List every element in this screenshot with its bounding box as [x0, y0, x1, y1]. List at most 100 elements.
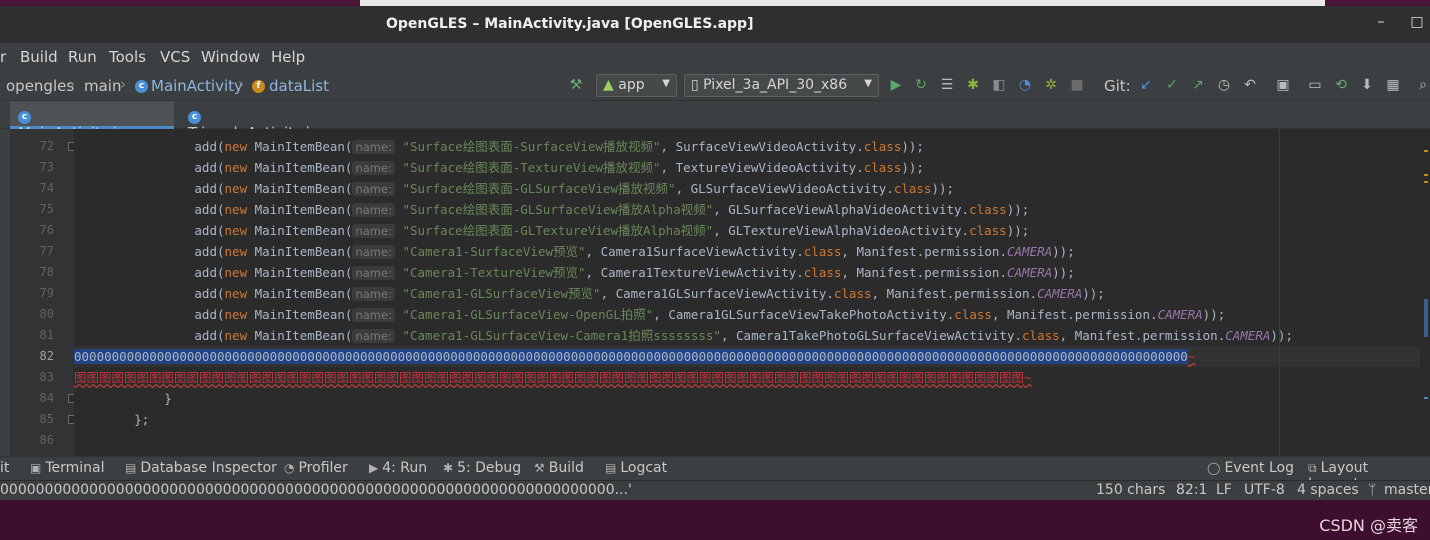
run-icon[interactable]: ▶ — [887, 77, 905, 93]
code-line[interactable]: add(new MainItemBean(name: "Surface绘图表面-… — [74, 136, 1430, 157]
tool-window-it[interactable]: it — [0, 460, 9, 476]
sdk-manager-icon[interactable]: ⬇ — [1358, 77, 1376, 93]
code-line[interactable]: add(new MainItemBean(name: "Camera1-GLSu… — [74, 325, 1430, 346]
tool-window-icon: ▤ — [605, 461, 617, 475]
line-number: 85 — [39, 412, 54, 426]
code-line[interactable] — [74, 430, 1430, 451]
code-text: , GLSurfaceViewVideoActivity. — [675, 181, 894, 196]
menu-tools[interactable]: Tools — [109, 48, 146, 66]
code-text: }; — [74, 412, 150, 427]
coverage-icon[interactable]: ◧ — [990, 77, 1008, 93]
line-number: 80 — [39, 307, 54, 321]
maximize-button[interactable]: □ — [1408, 14, 1426, 30]
tool-window-icon: ▤ — [125, 461, 137, 475]
right-margin-guide — [1279, 129, 1280, 456]
menu-vcs[interactable]: VCS — [160, 48, 190, 66]
string-literal: "Surface绘图表面-TextureView播放视频" — [402, 160, 661, 175]
rollback-icon[interactable]: ↶ — [1241, 77, 1259, 93]
run-config-select[interactable]: ▲ app ▼ — [596, 74, 677, 97]
code-line[interactable]: add(new MainItemBean(name: "Camera1-GLSu… — [74, 304, 1430, 325]
tool-window-profiler[interactable]: ◔ Profiler — [284, 460, 348, 476]
code-line[interactable]: add(new MainItemBean(name: "Surface绘图表面-… — [74, 220, 1430, 241]
project-structure-icon[interactable]: ▣ — [1274, 77, 1292, 93]
status-line-separator[interactable]: LF — [1216, 482, 1232, 498]
breadcrumb-datalist[interactable]: dataList — [269, 77, 329, 95]
menu-run[interactable]: Run — [68, 48, 97, 66]
code-line[interactable]: 图图图图图图图图图图图图图图图图图图图图图图图图图图图图图图图图图图图图图图图图… — [74, 367, 1430, 388]
tool-window-event-log[interactable]: ◯ Event Log — [1207, 460, 1294, 476]
tool-window-4-run[interactable]: ▶ 4: Run — [369, 460, 427, 476]
git-commit-icon[interactable]: ✓ — [1163, 77, 1181, 93]
tool-window-build[interactable]: ⚒ Build — [534, 460, 584, 476]
status-git-branch[interactable]: master — [1384, 482, 1430, 498]
line-number: 72 — [39, 139, 54, 153]
device-file-explorer-icon[interactable]: ▦ — [1384, 77, 1402, 93]
stop-icon[interactable]: ■ — [1068, 77, 1086, 93]
git-update-icon[interactable]: ↙ — [1137, 77, 1155, 93]
tool-window-terminal[interactable]: ▣ Terminal — [30, 460, 105, 476]
apply-changes-icon[interactable]: ↻ — [912, 77, 930, 93]
device-select[interactable]: ▯ Pixel_3a_API_30_x86 ▼ — [684, 74, 879, 97]
tool-window-database-inspector[interactable]: ▤ Database Inspector — [125, 460, 277, 476]
minimize-button[interactable]: – — [1372, 14, 1390, 30]
editor-tab-bar: cMainActivity.java✕ cTriangleActivity.ja… — [0, 101, 1430, 142]
left-tool-strip — [0, 129, 10, 456]
debug-icon[interactable]: ✱ — [964, 77, 982, 93]
tool-window-5-debug[interactable]: ✱ 5: Debug — [443, 460, 521, 476]
menu-refactor[interactable]: r — [0, 48, 6, 66]
code-text: MainItemBean( — [247, 328, 353, 343]
code-text: add( — [74, 286, 225, 301]
sync-gradle-icon[interactable]: ⟲ — [1332, 77, 1350, 93]
breadcrumb-mainactivity[interactable]: MainActivity — [151, 77, 243, 95]
line-number: 77 — [39, 244, 54, 258]
code-line[interactable]: add(new MainItemBean(name: "Camera1-GLSu… — [74, 283, 1430, 304]
scroll-thumb[interactable] — [1424, 299, 1428, 337]
profile-icon[interactable]: ◔ — [1016, 77, 1034, 93]
search-icon[interactable]: ⌕ — [1414, 77, 1430, 93]
warning-marker[interactable] — [1424, 150, 1428, 152]
apply-code-changes-icon[interactable]: ☰ — [938, 77, 956, 93]
code-line[interactable]: 0000000000000000000000000000000000000000… — [74, 346, 1430, 367]
string-literal: "Surface绘图表面-SurfaceView播放视频" — [402, 139, 661, 154]
status-encoding[interactable]: UTF-8 — [1244, 482, 1285, 498]
warning-marker[interactable] — [1424, 174, 1428, 176]
history-icon[interactable]: ◷ — [1215, 77, 1233, 93]
code-editor[interactable]: add(new MainItemBean(name: "Surface绘图表面-… — [74, 129, 1430, 469]
line-number: 76 — [39, 223, 54, 237]
status-indent[interactable]: 4 spaces — [1297, 482, 1359, 498]
code-line[interactable]: add(new MainItemBean(name: "Surface绘图表面-… — [74, 157, 1430, 178]
code-text: , Manifest.permission. — [841, 244, 1007, 259]
menu-window[interactable]: Window — [201, 48, 260, 66]
avd-manager-icon[interactable]: ▭ — [1306, 77, 1324, 93]
tool-window-icon: ◔ — [284, 461, 295, 475]
selection-marker[interactable] — [1424, 397, 1428, 399]
keyword: class — [833, 286, 872, 301]
ide-window: OpenGLES – MainActivity.java [OpenGLES.a… — [0, 6, 1430, 500]
breadcrumb-opengles[interactable]: opengles — [6, 77, 74, 95]
code-line[interactable]: }; — [74, 409, 1430, 430]
tool-window-icon: ✱ — [443, 461, 454, 475]
warning-marker[interactable] — [1424, 181, 1428, 183]
menu-build[interactable]: Build — [20, 48, 58, 66]
git-push-icon[interactable]: ↗ — [1189, 77, 1207, 93]
keyword: class — [893, 181, 932, 196]
watermark: CSDN @卖客 — [1319, 516, 1418, 535]
breadcrumb-separator-icon: › — [238, 75, 244, 93]
code-text: add( — [74, 202, 225, 217]
menu-help[interactable]: Help — [271, 48, 305, 66]
breadcrumb-main[interactable]: main — [84, 77, 121, 95]
attach-debugger-icon[interactable]: ✲ — [1042, 77, 1060, 93]
tab-mainactivity[interactable]: cMainActivity.java✕ — [10, 101, 174, 142]
code-line[interactable]: } — [74, 388, 1430, 409]
make-project-hammer-icon[interactable]: ⚒ — [567, 77, 585, 93]
code-line[interactable]: add(new MainItemBean(name: "Camera1-Surf… — [74, 241, 1430, 262]
code-line[interactable]: add(new MainItemBean(name: "Camera1-Text… — [74, 262, 1430, 283]
code-line[interactable]: add(new MainItemBean(name: "Surface绘图表面-… — [74, 178, 1430, 199]
code-line[interactable]: add(new MainItemBean(name: "Surface绘图表面-… — [74, 199, 1430, 220]
code-text: , GLTextureViewAlphaVideoActivity. — [713, 223, 970, 238]
tool-window-label: it — [0, 460, 10, 476]
code-text: MainItemBean( — [247, 181, 353, 196]
status-caret-position[interactable]: 82:1 — [1176, 482, 1207, 498]
tool-window-logcat[interactable]: ▤ Logcat — [605, 460, 667, 476]
tab-triangleactivity[interactable]: cTriangleActivity.java✕ — [180, 101, 366, 142]
